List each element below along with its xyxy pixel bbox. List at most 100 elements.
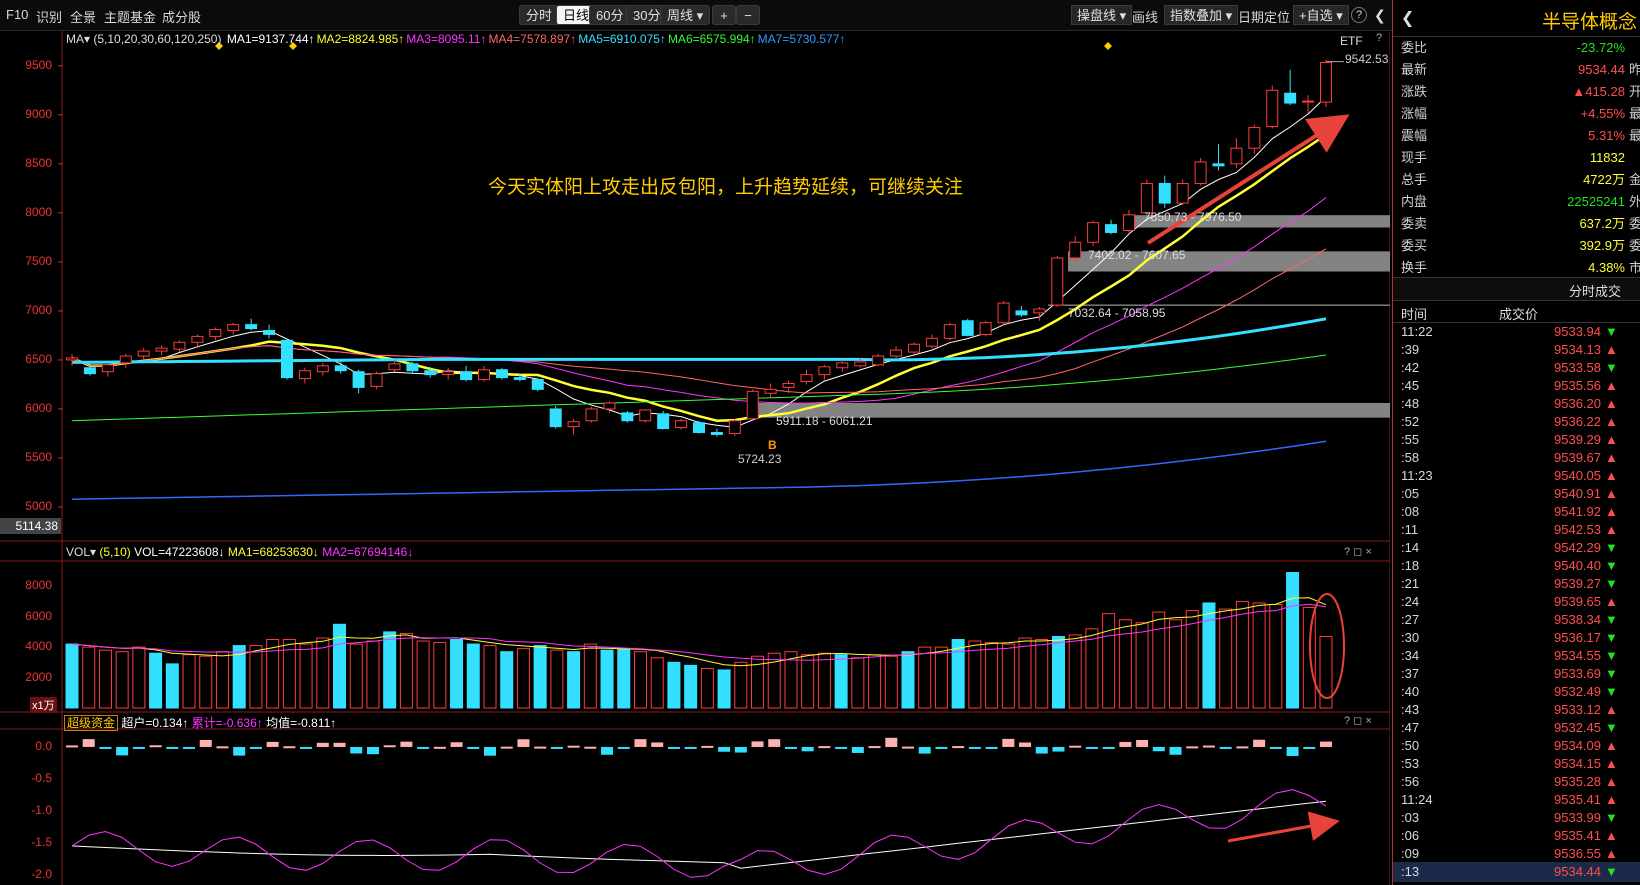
volume-bar xyxy=(399,632,413,709)
quote-row: 换手 4.38% 市 xyxy=(1393,257,1640,279)
volume-bar xyxy=(249,645,263,709)
collapse-icon[interactable]: ❮ xyxy=(1374,7,1386,24)
tab-weekly[interactable]: 周线 ▾ xyxy=(660,5,711,25)
candle xyxy=(442,367,455,380)
candle xyxy=(872,354,885,366)
trade-price: 9539.29 xyxy=(1554,432,1601,447)
fund-bar xyxy=(1069,745,1082,748)
fund-bar xyxy=(350,746,363,754)
trades-col-headers: 时间 成交价 xyxy=(1393,300,1640,323)
trade-direction-icon: ▲ xyxy=(1605,702,1618,717)
tab-intraday[interactable]: 分时 xyxy=(519,5,560,25)
trade-direction-icon: ▼ xyxy=(1605,360,1618,375)
quote-label: 内盘 xyxy=(1401,194,1428,209)
candle xyxy=(227,322,240,335)
toolbar-recognize[interactable]: 识别 xyxy=(36,7,62,26)
volume-bar xyxy=(132,646,146,709)
toolbar-overview[interactable]: 全景 xyxy=(70,7,96,26)
side-back-icon[interactable]: ❮ xyxy=(1401,8,1414,28)
fund-bar xyxy=(801,746,814,752)
zoom-in-button[interactable]: + xyxy=(712,5,736,25)
trade-price: 9540.91 xyxy=(1554,486,1601,501)
zoom-out-button[interactable]: − xyxy=(736,5,760,25)
vol-panel-controls[interactable]: ? ◻ × xyxy=(1344,545,1372,558)
candle xyxy=(1122,209,1135,233)
ma-value-6: MA6=6575.994↑ xyxy=(667,32,756,46)
trade-time: :52 xyxy=(1401,414,1420,429)
fund-bar xyxy=(835,746,848,749)
help-icon[interactable]: ? xyxy=(1351,7,1367,23)
trade-direction-icon: ▲ xyxy=(1605,756,1618,771)
trade-row: 11:22 9533.94 ▼ xyxy=(1393,322,1640,342)
volume-bar xyxy=(901,651,915,709)
trade-price: 9533.99 xyxy=(1554,810,1601,825)
candle xyxy=(710,428,723,437)
volume-axis-tick: 8000 xyxy=(25,578,52,593)
trade-time: :14 xyxy=(1401,540,1420,555)
volume-bar xyxy=(550,649,564,709)
ma-params: (5,10,20,30,60,120,250) xyxy=(93,32,222,46)
quote-row: 内盘 22525241 外 xyxy=(1393,191,1640,213)
buy-marker: B xyxy=(768,438,777,452)
toolbar-constituents[interactable]: 成分股 xyxy=(162,7,201,26)
trades-title[interactable]: 分时成交 xyxy=(1569,281,1621,300)
toolbar-f10[interactable]: F10 xyxy=(6,7,28,22)
candle xyxy=(1248,124,1261,155)
fund-bar xyxy=(1169,746,1182,755)
quote-label: 涨跌 xyxy=(1401,84,1428,99)
volume-bar xyxy=(500,651,514,709)
trade-time: 11:22 xyxy=(1401,324,1433,339)
quote-row: 总手 4722万金 xyxy=(1393,169,1640,191)
add-watchlist-dropdown[interactable]: +自选 ▾ xyxy=(1293,5,1349,25)
trade-time: 11:23 xyxy=(1401,468,1433,483)
trade-time: :50 xyxy=(1401,738,1420,753)
ma-value-5: MA5=6910.075↑ xyxy=(578,32,666,46)
draw-line-button[interactable]: 画线 xyxy=(1132,7,1158,26)
ma-value-7: MA7=5730.577↑ xyxy=(757,32,846,46)
trade-time: :53 xyxy=(1401,756,1420,771)
trade-time: :18 xyxy=(1401,558,1420,573)
index-overlay-dropdown[interactable]: 指数叠加 ▾ xyxy=(1164,5,1239,25)
candle xyxy=(101,363,114,377)
volume-bar xyxy=(1051,635,1065,709)
candle xyxy=(1266,85,1279,129)
volume-bar xyxy=(516,648,530,709)
candle xyxy=(907,342,920,355)
fund-bar xyxy=(718,746,731,752)
volume-bar xyxy=(583,643,597,709)
trade-price: 9540.40 xyxy=(1554,558,1601,573)
main-help-icon[interactable]: ? xyxy=(1376,32,1382,44)
fund-bar xyxy=(366,746,379,755)
fund-bar xyxy=(1002,738,1015,747)
fund-bar xyxy=(383,745,396,748)
date-locate-button[interactable]: 日期定位 xyxy=(1238,7,1290,26)
candle xyxy=(1320,59,1332,107)
trade-time: :37 xyxy=(1401,666,1420,681)
fund-bar xyxy=(1152,746,1165,752)
vol-indicator-selector[interactable]: VOL▾ xyxy=(66,545,96,559)
fund-bar xyxy=(333,742,346,747)
quote-side-panel: ❮ 半导体概念 委比 -23.72% 最新 9534.44 昨涨跌 ▲415.28 开涨幅 +… xyxy=(1392,0,1640,885)
trade-price: 9536.55 xyxy=(1554,846,1601,861)
quote-label: 委比 xyxy=(1401,40,1428,55)
fund-bar xyxy=(667,746,680,749)
fund-bar xyxy=(1085,746,1098,749)
toolbar-theme-fund[interactable]: 主题基金 xyxy=(104,7,156,26)
event-diamond-icon[interactable] xyxy=(1104,42,1112,50)
fund-axis-tick: 0.0 xyxy=(35,738,52,753)
ma-legend: MA▾ (5,10,20,30,60,120,250) MA1=9137.744… xyxy=(66,32,845,46)
candle xyxy=(1230,138,1243,168)
trade-price: 9534.09 xyxy=(1554,738,1601,753)
fund-bar xyxy=(1202,745,1215,748)
fund-panel-controls[interactable]: ? ◻ × xyxy=(1344,714,1372,727)
fund-bar xyxy=(166,746,179,749)
ma-indicator-selector[interactable]: MA▾ xyxy=(66,32,90,46)
quote-value: 4.38% xyxy=(1588,260,1625,275)
volume-bar xyxy=(450,639,464,709)
fund-bar xyxy=(116,746,129,756)
trade-direction-icon: ▲ xyxy=(1605,774,1618,789)
tab-60min[interactable]: 60分 xyxy=(589,5,631,25)
operating-line-dropdown[interactable]: 操盘线 ▾ xyxy=(1071,5,1133,25)
fund-indicator-selector[interactable]: 超级资金 xyxy=(64,715,119,731)
trade-time: :24 xyxy=(1401,594,1420,609)
